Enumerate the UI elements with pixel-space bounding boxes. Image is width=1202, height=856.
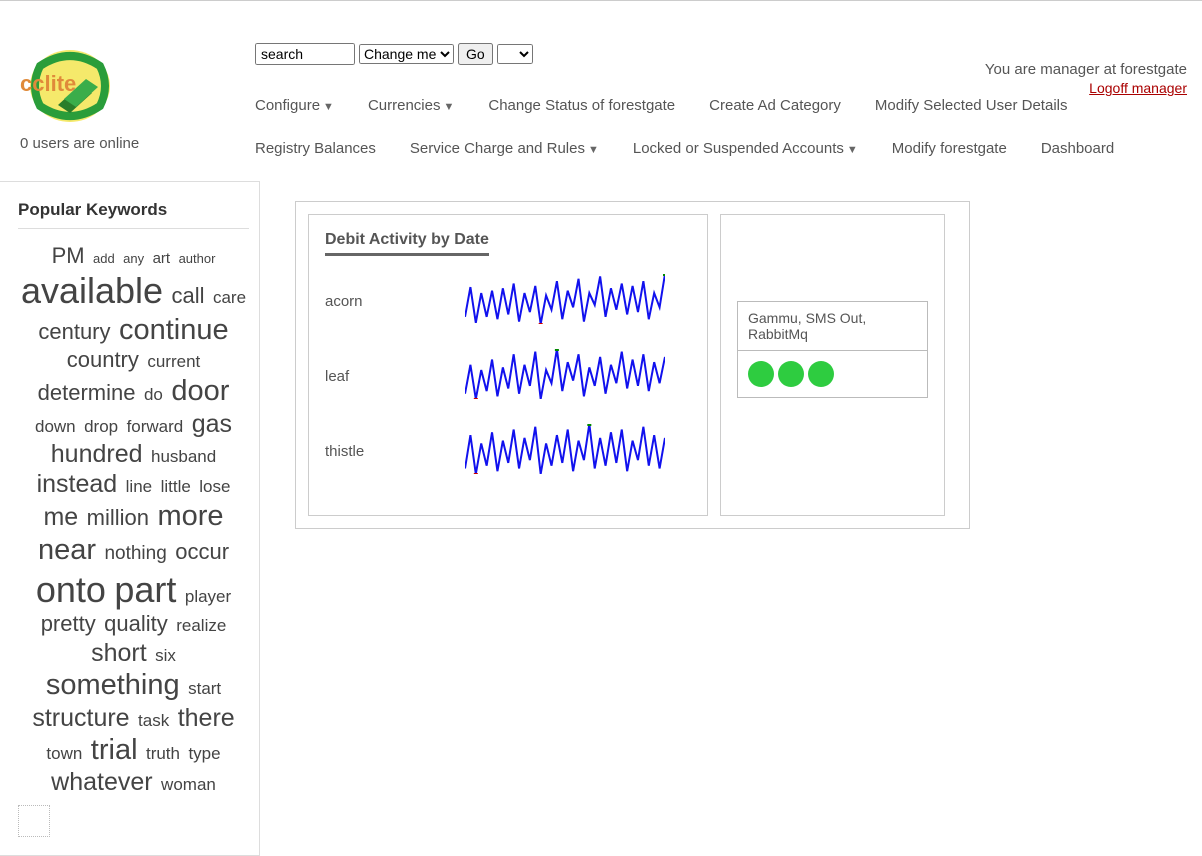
tag-something[interactable]: something xyxy=(44,669,182,701)
chart-label: thistle xyxy=(325,443,465,460)
tag-instead[interactable]: instead xyxy=(35,470,120,498)
tag-continue[interactable]: continue xyxy=(117,314,231,346)
tag-down[interactable]: down xyxy=(33,417,78,436)
tag-care[interactable]: care xyxy=(211,288,248,307)
tag-door[interactable]: door xyxy=(169,375,231,407)
tag-do[interactable]: do xyxy=(142,385,165,404)
status-dot xyxy=(748,361,774,387)
tag-add[interactable]: add xyxy=(91,251,117,266)
tag-million[interactable]: million xyxy=(85,505,151,530)
nav-item-4[interactable]: Modify Selected User Details xyxy=(875,97,1068,114)
chevron-down-icon: ▼ xyxy=(443,101,454,113)
placeholder-box xyxy=(18,805,50,837)
user-status: You are manager at forestgate Logoff man… xyxy=(985,61,1187,96)
tag-husband[interactable]: husband xyxy=(149,447,218,466)
tag-country[interactable]: country xyxy=(65,347,141,372)
tag-near[interactable]: near xyxy=(36,534,98,566)
chart-title: Debit Activity by Date xyxy=(325,231,489,256)
chart-panel: Debit Activity by Date acorn leaf thistle xyxy=(308,214,708,516)
logoff-link[interactable]: Logoff manager xyxy=(985,80,1187,96)
chevron-down-icon: ▼ xyxy=(588,144,599,156)
chart-row-leaf: leaf xyxy=(325,349,691,404)
tag-century[interactable]: century xyxy=(36,319,112,344)
nav-item-1[interactable]: Currencies▼ xyxy=(368,97,454,114)
nav-item-2[interactable]: Change Status of forestgate xyxy=(488,97,675,114)
sparkline xyxy=(465,274,665,329)
tag-onto[interactable]: onto xyxy=(34,569,108,610)
status-dot xyxy=(778,361,804,387)
tag-player[interactable]: player xyxy=(183,587,233,606)
status-header: Gammu, SMS Out, RabbitMq xyxy=(738,302,927,351)
sidebar-title: Popular Keywords xyxy=(18,200,249,220)
dashboard-main: Debit Activity by Date acornleafthistle … xyxy=(295,201,970,529)
tag-trial[interactable]: trial xyxy=(89,734,140,766)
tag-available[interactable]: available xyxy=(19,270,165,311)
user-status-text: You are manager at forestgate xyxy=(985,61,1187,78)
tag-task[interactable]: task xyxy=(136,711,171,730)
app-logo: cclite xyxy=(20,41,120,131)
tag-art[interactable]: art xyxy=(151,250,173,267)
chart-label: leaf xyxy=(325,368,465,385)
nav-item-5[interactable]: Registry Balances xyxy=(255,140,376,157)
tag-drop[interactable]: drop xyxy=(82,417,120,436)
svg-text:cclite: cclite xyxy=(20,71,76,96)
tag-short[interactable]: short xyxy=(89,639,149,667)
search-category-select[interactable]: Change me xyxy=(359,44,454,64)
tag-author[interactable]: author xyxy=(177,251,218,266)
tag-pretty[interactable]: pretty xyxy=(39,611,98,636)
tag-more[interactable]: more xyxy=(155,500,225,532)
status-panel: Gammu, SMS Out, RabbitMq xyxy=(720,214,945,516)
sparkline xyxy=(465,424,665,479)
tag-occur[interactable]: occur xyxy=(173,539,231,564)
sparkline xyxy=(465,349,665,404)
tag-line[interactable]: line xyxy=(124,477,154,496)
tag-call[interactable]: call xyxy=(170,283,207,308)
status-dot xyxy=(808,361,834,387)
tag-quality[interactable]: quality xyxy=(102,611,170,636)
nav-item-3[interactable]: Create Ad Category xyxy=(709,97,841,114)
tag-type[interactable]: type xyxy=(186,744,222,763)
secondary-select[interactable] xyxy=(497,44,533,64)
tag-me[interactable]: me xyxy=(41,503,80,531)
chevron-down-icon: ▼ xyxy=(847,144,858,156)
tag-little[interactable]: little xyxy=(159,477,193,496)
tag-whatever[interactable]: whatever xyxy=(49,768,154,796)
nav-item-9[interactable]: Dashboard xyxy=(1041,140,1114,157)
go-button[interactable]: Go xyxy=(458,43,493,65)
tag-there[interactable]: there xyxy=(176,704,237,732)
nav-item-6[interactable]: Service Charge and Rules▼ xyxy=(410,140,599,157)
tag-structure[interactable]: structure xyxy=(30,704,131,732)
status-indicators xyxy=(738,351,927,397)
main-nav: Configure▼ Currencies▼ Change Status of fo… xyxy=(255,97,1187,157)
tag-determine[interactable]: determine xyxy=(36,380,138,405)
tag-part[interactable]: part xyxy=(112,569,178,610)
tag-hundred[interactable]: hundred xyxy=(49,440,145,468)
tag-truth[interactable]: truth xyxy=(144,744,182,763)
tag-cloud: PM add any art author available call car… xyxy=(18,243,249,797)
chevron-down-icon: ▼ xyxy=(323,101,334,113)
tag-current[interactable]: current xyxy=(145,352,202,371)
tag-woman[interactable]: woman xyxy=(159,775,218,794)
tag-gas[interactable]: gas xyxy=(190,410,234,438)
online-count: 0 users are online xyxy=(20,135,139,152)
chart-row-thistle: thistle xyxy=(325,424,691,479)
tag-nothing[interactable]: nothing xyxy=(102,543,168,564)
tag-lose[interactable]: lose xyxy=(197,477,232,496)
nav-item-7[interactable]: Locked or Suspended Accounts▼ xyxy=(633,140,858,157)
tag-town[interactable]: town xyxy=(44,744,84,763)
tag-forward[interactable]: forward xyxy=(125,417,186,436)
chart-label: acorn xyxy=(325,293,465,310)
tag-six[interactable]: six xyxy=(153,646,178,665)
tag-start[interactable]: start xyxy=(186,679,223,698)
search-bar: Change me Go xyxy=(255,43,533,65)
tag-any[interactable]: any xyxy=(121,251,146,266)
sidebar: Popular Keywords PM add any art author a… xyxy=(0,181,260,856)
nav-item-8[interactable]: Modify forestgate xyxy=(892,140,1007,157)
chart-row-acorn: acorn xyxy=(325,274,691,329)
tag-PM[interactable]: PM xyxy=(50,243,87,268)
search-input[interactable] xyxy=(255,43,355,65)
tag-realize[interactable]: realize xyxy=(174,616,228,635)
nav-item-0[interactable]: Configure▼ xyxy=(255,97,334,114)
